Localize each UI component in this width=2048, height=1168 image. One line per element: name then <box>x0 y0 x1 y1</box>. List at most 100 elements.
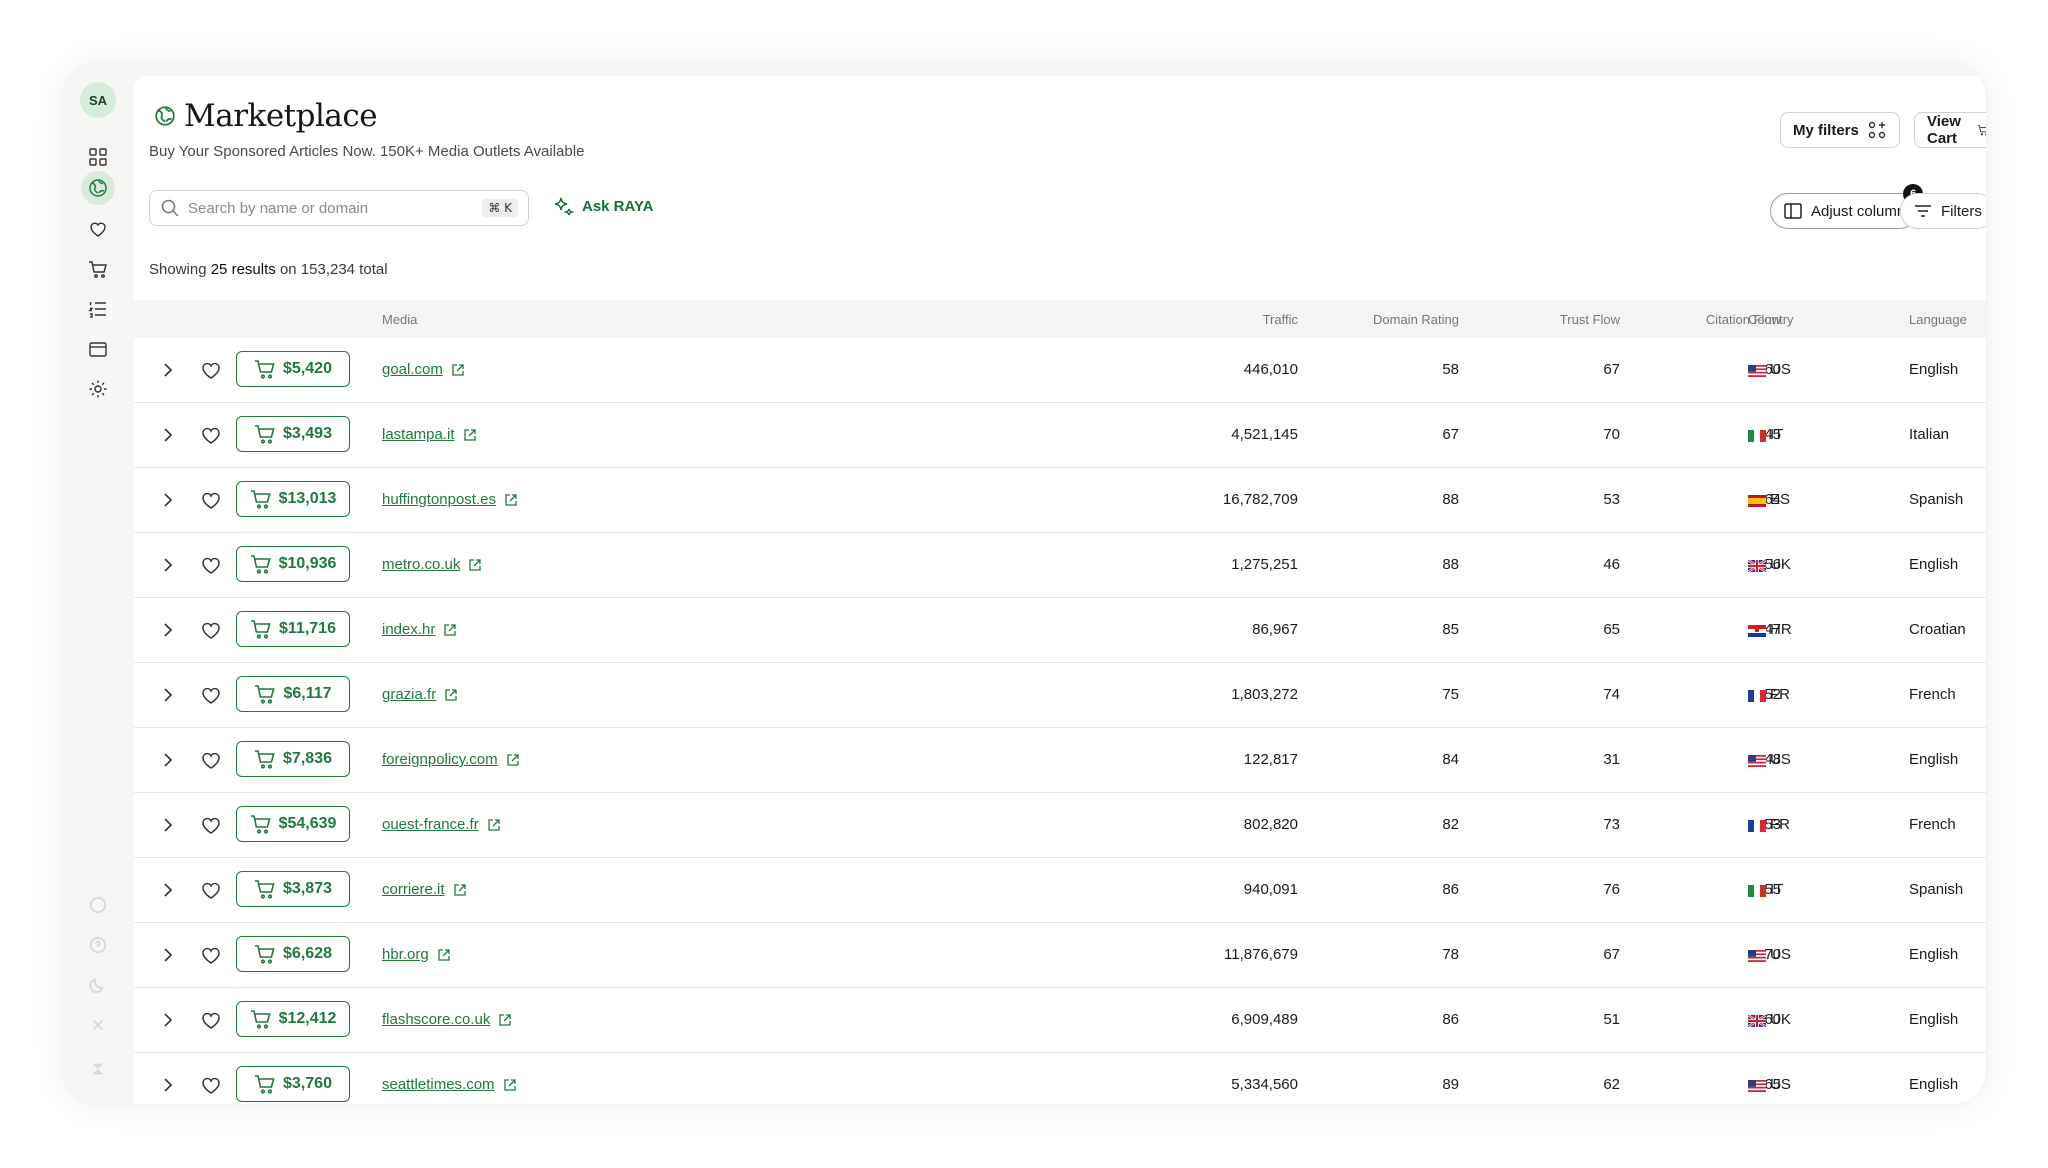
flag-icon <box>1748 494 1766 507</box>
external-link-icon[interactable] <box>443 623 457 637</box>
chevron-right-icon[interactable] <box>158 490 178 510</box>
heart-icon[interactable] <box>200 684 222 706</box>
filters-button[interactable]: Filters <box>1900 193 1986 229</box>
external-link-icon[interactable] <box>503 1078 517 1092</box>
media-link[interactable]: seattletimes.com <box>382 1076 495 1093</box>
external-link-icon[interactable] <box>498 1013 512 1027</box>
table-row[interactable]: $13,013 huffingtonpost.es 16,782,709 88 … <box>134 468 1986 533</box>
table-row[interactable]: $5,420 goal.com 446,010 58 67 60 US Engl… <box>134 338 1986 403</box>
add-to-cart-button[interactable]: $10,936 <box>236 546 350 582</box>
heart-icon[interactable] <box>200 1074 222 1096</box>
ask-raya-button[interactable]: Ask RAYA <box>552 195 653 217</box>
heart-icon[interactable] <box>200 879 222 901</box>
view-cart-button[interactable]: View Cart <box>1914 112 1986 148</box>
external-link-icon[interactable] <box>487 818 501 832</box>
country-cell: UK <box>1747 556 1791 573</box>
table-row[interactable]: $3,873 corriere.it 940,091 86 76 55 IT S… <box>134 858 1986 923</box>
add-to-cart-button[interactable]: $7,836 <box>236 741 350 777</box>
table-row[interactable]: $10,936 metro.co.uk 1,275,251 88 46 56 U… <box>134 533 1986 598</box>
col-traffic[interactable]: Traffic <box>1134 312 1298 327</box>
sidebar-item-marketplace[interactable] <box>81 171 115 205</box>
chevron-right-icon[interactable] <box>158 425 178 445</box>
col-trust-flow[interactable]: Trust Flow <box>1459 312 1620 327</box>
heart-icon[interactable] <box>200 359 222 381</box>
chevron-right-icon[interactable] <box>158 815 178 835</box>
media-link[interactable]: hbr.org <box>382 946 429 963</box>
search-box[interactable]: ⌘ K <box>149 190 529 226</box>
chevron-right-icon[interactable] <box>158 555 178 575</box>
chevron-right-icon[interactable] <box>158 685 178 705</box>
chevron-right-icon[interactable] <box>158 1010 178 1030</box>
sidebar-item-favorites[interactable] <box>81 212 115 246</box>
external-link-icon[interactable] <box>463 428 477 442</box>
add-to-cart-button[interactable]: $6,117 <box>236 676 350 712</box>
media-link[interactable]: huffingtonpost.es <box>382 491 496 508</box>
chevron-right-icon[interactable] <box>158 360 178 380</box>
external-link-icon[interactable] <box>453 883 467 897</box>
media-link[interactable]: metro.co.uk <box>382 556 460 573</box>
chevron-right-icon[interactable] <box>158 620 178 640</box>
heart-icon[interactable] <box>200 944 222 966</box>
media-link[interactable]: flashscore.co.uk <box>382 1011 490 1028</box>
table-row[interactable]: $6,117 grazia.fr 1,803,272 75 74 52 FR F… <box>134 663 1986 728</box>
add-to-cart-button[interactable]: $13,013 <box>236 481 350 517</box>
external-link-icon[interactable] <box>451 363 465 377</box>
table-row[interactable]: $6,628 hbr.org 11,876,679 78 67 70 US En… <box>134 923 1986 988</box>
add-to-cart-button[interactable]: $3,873 <box>236 871 350 907</box>
heart-icon[interactable] <box>200 619 222 641</box>
sidebar-item-settings[interactable] <box>81 372 115 406</box>
sidebar-item-cart[interactable] <box>81 252 115 286</box>
country-code: FR <box>1770 686 1790 703</box>
language-cell: Spanish <box>1909 491 1964 508</box>
table-row[interactable]: $12,412 flashscore.co.uk 6,909,489 86 51… <box>134 988 1986 1053</box>
heart-icon[interactable] <box>200 749 222 771</box>
heart-icon[interactable] <box>200 424 222 446</box>
table-row[interactable]: $3,760 seattletimes.com 5,334,560 89 62 … <box>134 1053 1986 1104</box>
table-row[interactable]: $11,716 index.hr 86,967 85 65 47 HR Croa… <box>134 598 1986 663</box>
external-link-icon[interactable] <box>468 558 482 572</box>
sidebar-item-orders[interactable] <box>81 292 115 326</box>
external-link-icon[interactable] <box>504 493 518 507</box>
language-cell: English <box>1909 1011 1959 1028</box>
traffic-cell: 6,909,489 <box>1231 1011 1298 1028</box>
media-link[interactable]: grazia.fr <box>382 686 436 703</box>
chevron-right-icon[interactable] <box>158 1075 178 1095</box>
chevron-right-icon[interactable] <box>158 750 178 770</box>
table-row[interactable]: $54,639 ouest-france.fr 802,820 82 73 53… <box>134 793 1986 858</box>
add-to-cart-button[interactable]: $3,760 <box>236 1066 350 1102</box>
sidebar-item-dashboard[interactable] <box>81 140 115 174</box>
external-link-icon[interactable] <box>444 688 458 702</box>
media-cell: hbr.org <box>382 946 451 963</box>
external-link-icon[interactable] <box>437 948 451 962</box>
chevron-right-icon[interactable] <box>158 880 178 900</box>
table-row[interactable]: $3,493 lastampa.it 4,521,145 67 70 45 IT… <box>134 403 1986 468</box>
heart-icon[interactable] <box>200 554 222 576</box>
media-link[interactable]: goal.com <box>382 361 443 378</box>
col-media[interactable]: Media <box>382 312 417 327</box>
add-to-cart-button[interactable]: $3,493 <box>236 416 350 452</box>
external-link-icon[interactable] <box>506 753 520 767</box>
media-link[interactable]: corriere.it <box>382 881 445 898</box>
media-link[interactable]: index.hr <box>382 621 435 638</box>
search-input[interactable] <box>188 199 475 217</box>
chevron-right-icon[interactable] <box>158 945 178 965</box>
col-country[interactable]: Country <box>1748 312 1794 327</box>
add-to-cart-button[interactable]: $5,420 <box>236 351 350 387</box>
add-to-cart-button[interactable]: $11,716 <box>236 611 350 647</box>
col-domain-rating[interactable]: Domain Rating <box>1298 312 1459 327</box>
my-filters-button[interactable]: My filters <box>1780 112 1900 148</box>
add-to-cart-button[interactable]: $54,639 <box>236 806 350 842</box>
heart-icon[interactable] <box>200 814 222 836</box>
avatar[interactable]: SA <box>80 82 116 118</box>
add-to-cart-button[interactable]: $6,628 <box>236 936 350 972</box>
sidebar-item-wallet[interactable] <box>81 332 115 366</box>
media-link[interactable]: lastampa.it <box>382 426 455 443</box>
table-row[interactable]: $7,836 foreignpolicy.com 122,817 84 31 4… <box>134 728 1986 793</box>
media-link[interactable]: ouest-france.fr <box>382 816 479 833</box>
adjust-column-button[interactable]: Adjust column 6 <box>1770 184 1924 229</box>
col-language[interactable]: Language <box>1909 312 1967 327</box>
media-link[interactable]: foreignpolicy.com <box>382 751 498 768</box>
add-to-cart-button[interactable]: $12,412 <box>236 1001 350 1037</box>
heart-icon[interactable] <box>200 1009 222 1031</box>
heart-icon[interactable] <box>200 489 222 511</box>
